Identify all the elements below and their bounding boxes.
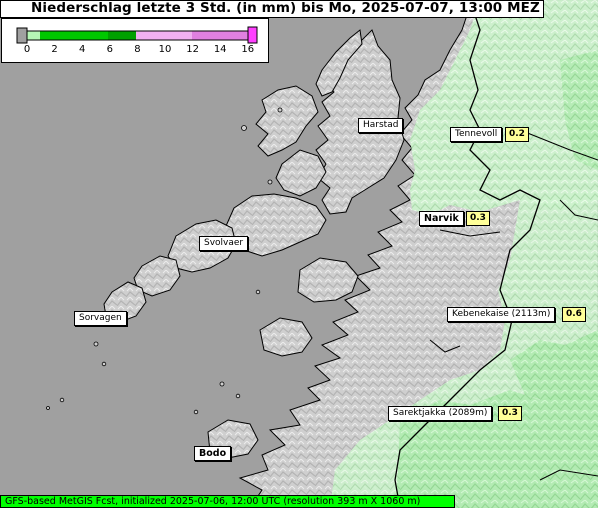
map-title: Niederschlag letzte 3 Std. (in mm) bis M… [31, 0, 540, 16]
forecast-info-footer: GFS-based MetGIS Fcst, initialized 2025-… [0, 495, 455, 508]
legend-tick-label: 2 [51, 44, 58, 55]
legend-tick-label: 4 [79, 44, 86, 55]
place-label-kebenekaise: Kebenekaise (2113m) [447, 307, 556, 322]
legend-tick-label: 10 [158, 44, 172, 55]
legend-ticks: 0 2 4 6 8 10 12 14 16 [2, 19, 270, 64]
title-bar: Niederschlag letzte 3 Std. (in mm) bis M… [0, 0, 544, 18]
place-label-svolvaer: Svolvaer [199, 236, 249, 251]
precipitation-map [0, 0, 598, 508]
place-label-harstad: Harstad [358, 118, 404, 133]
legend-tick-label: 6 [106, 44, 113, 55]
legend-tick-label: 8 [134, 44, 141, 55]
legend-tick-label: 16 [241, 44, 255, 55]
precip-value-sarektjakka: 0.3 [498, 406, 522, 421]
legend-tick-label: 0 [23, 44, 31, 55]
precip-value-narvik: 0.3 [466, 211, 490, 226]
place-label-bodo: Bodo [194, 446, 232, 461]
precipitation-legend: 0 2 4 6 8 10 12 14 16 [1, 18, 269, 63]
place-label-sorvagen: Sorvagen [74, 311, 127, 326]
legend-tick-label: 12 [186, 44, 199, 55]
place-label-tennevoll: Tennevoll [450, 127, 503, 142]
legend-tick-label: 14 [213, 44, 227, 55]
place-label-narvik: Narvik [419, 211, 464, 226]
place-label-sarektjakka: Sarektjakka (2089m) [388, 406, 493, 421]
precip-value-kebenekaise: 0.6 [562, 307, 586, 322]
precip-value-tennevoll: 0.2 [505, 127, 529, 142]
